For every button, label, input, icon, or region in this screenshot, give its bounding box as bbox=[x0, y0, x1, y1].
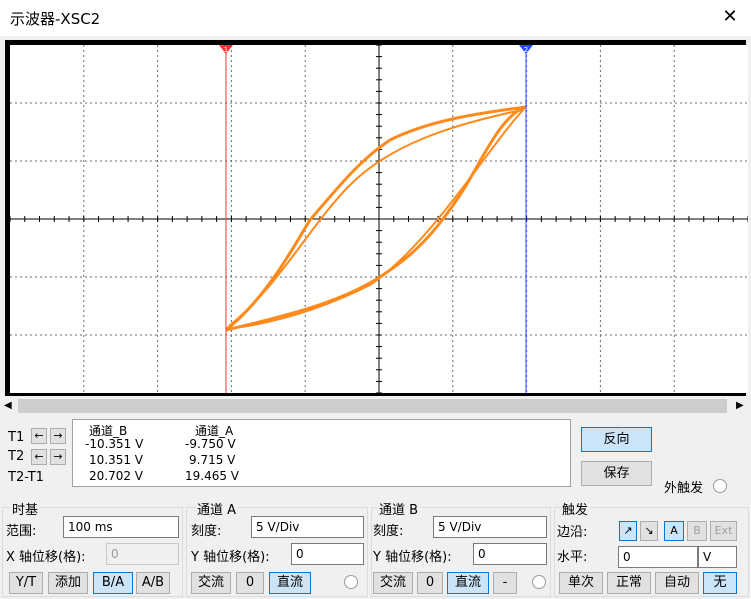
timebase-range-label: 范围: bbox=[6, 524, 37, 539]
channel-b-ac-button[interactable]: 交流 bbox=[373, 572, 413, 594]
channel-b-dc-button[interactable]: 直流 bbox=[447, 572, 489, 594]
trigger-none-button[interactable]: 无 bbox=[703, 572, 737, 594]
x-position-label: X 轴位移(格): bbox=[6, 550, 86, 565]
title-bar bbox=[0, 0, 751, 36]
channel-b-scale-label: 刻度: bbox=[373, 524, 404, 539]
trigger-single-button[interactable]: 单次 bbox=[559, 572, 603, 594]
channel-a-ypos-input[interactable]: 0 bbox=[291, 543, 364, 565]
trigger-edge-label: 边沿: bbox=[557, 525, 588, 540]
reverse-button[interactable]: 反向 bbox=[581, 427, 652, 452]
channel-b-title: 通道 B bbox=[377, 499, 421, 518]
trigger-source-ext-button[interactable]: Ext bbox=[710, 521, 737, 541]
oscilloscope-plot: 1 2 bbox=[10, 45, 748, 393]
scrollbar-thumb[interactable] bbox=[18, 399, 727, 413]
timebase-title: 时基 bbox=[10, 499, 41, 518]
cursor-2-label: 2 bbox=[524, 46, 528, 54]
channel-b-minus-button[interactable]: - bbox=[493, 572, 517, 594]
channel-a-title: 通道 A bbox=[195, 499, 239, 518]
rising-edge-icon[interactable]: ↗ bbox=[619, 521, 637, 541]
t2-t1-label: T2-T1 bbox=[8, 470, 44, 485]
timebase-range-input[interactable]: 100 ms bbox=[63, 516, 179, 538]
trigger-normal-button[interactable]: 正常 bbox=[607, 572, 651, 594]
mode-add-button[interactable]: 添加 bbox=[48, 572, 88, 594]
trigger-level-label: 水平: bbox=[557, 550, 588, 565]
t1-label: T1 bbox=[8, 430, 25, 445]
t1-channel-b-value: -10.351 V bbox=[85, 437, 144, 451]
trigger-source-b-button[interactable]: B bbox=[687, 521, 707, 541]
channel-a-zero-button[interactable]: 0 bbox=[236, 572, 264, 594]
channel-b-zero-button[interactable]: 0 bbox=[417, 572, 443, 594]
horizontal-scrollbar[interactable]: ◀ ▶ bbox=[0, 397, 751, 415]
t2-t1-channel-b-value: 20.702 V bbox=[89, 469, 144, 483]
t2-left-arrow-icon[interactable]: ← bbox=[31, 449, 47, 465]
trigger-source-a-button[interactable]: A bbox=[664, 521, 684, 541]
t2-channel-a-value: 9.715 V bbox=[189, 453, 236, 467]
save-button[interactable]: 保存 bbox=[581, 461, 652, 486]
t2-right-arrow-icon[interactable]: → bbox=[50, 449, 66, 465]
scroll-right-icon[interactable]: ▶ bbox=[736, 400, 744, 411]
trigger-level-input[interactable]: 0 bbox=[618, 546, 698, 568]
scroll-left-icon[interactable]: ◀ bbox=[4, 400, 12, 411]
t1-channel-a-value: -9.750 V bbox=[185, 437, 236, 451]
t2-label: T2 bbox=[8, 449, 25, 464]
channel-b-ypos-label: Y 轴位移(格): bbox=[373, 550, 452, 565]
channel-a-scale-input[interactable]: 5 V/Div bbox=[251, 516, 364, 538]
external-trigger-radio[interactable] bbox=[713, 479, 727, 493]
x-position-input[interactable]: 0 bbox=[106, 543, 179, 565]
channel-a-ypos-label: Y 轴位移(格): bbox=[191, 550, 270, 565]
cursor-1-label: 1 bbox=[224, 46, 228, 54]
channel-b-ypos-input[interactable]: 0 bbox=[473, 543, 547, 565]
mode-ba-button[interactable]: B/A bbox=[93, 572, 133, 594]
channel-a-dc-button[interactable]: 直流 bbox=[269, 572, 311, 594]
mode-ab-button[interactable]: A/B bbox=[136, 572, 170, 594]
channel-a-scale-label: 刻度: bbox=[191, 524, 222, 539]
channel-b-scale-input[interactable]: 5 V/Div bbox=[433, 516, 547, 538]
mode-yt-button[interactable]: Y/T bbox=[9, 572, 43, 594]
external-trigger-label: 外触发 bbox=[664, 481, 704, 496]
channel-b-radio[interactable] bbox=[532, 575, 546, 589]
t1-left-arrow-icon[interactable]: ← bbox=[31, 428, 47, 444]
t2-channel-b-value: 10.351 V bbox=[89, 453, 144, 467]
trigger-title: 触发 bbox=[560, 499, 591, 518]
trigger-auto-button[interactable]: 自动 bbox=[655, 572, 699, 594]
channel-a-ac-button[interactable]: 交流 bbox=[191, 572, 231, 594]
measurement-readout: 通道_B 通道_A -10.351 V -9.750 V 10.351 V 9.… bbox=[72, 419, 571, 487]
close-icon[interactable]: ✕ bbox=[718, 5, 742, 29]
window-title: 示波器-XSC2 bbox=[10, 10, 101, 28]
channel-a-radio[interactable] bbox=[344, 575, 358, 589]
trigger-level-unit[interactable]: V bbox=[698, 546, 737, 568]
t2-t1-channel-a-value: 19.465 V bbox=[185, 469, 240, 483]
t1-right-arrow-icon[interactable]: → bbox=[50, 428, 66, 444]
falling-edge-icon[interactable]: ↘ bbox=[640, 521, 658, 541]
